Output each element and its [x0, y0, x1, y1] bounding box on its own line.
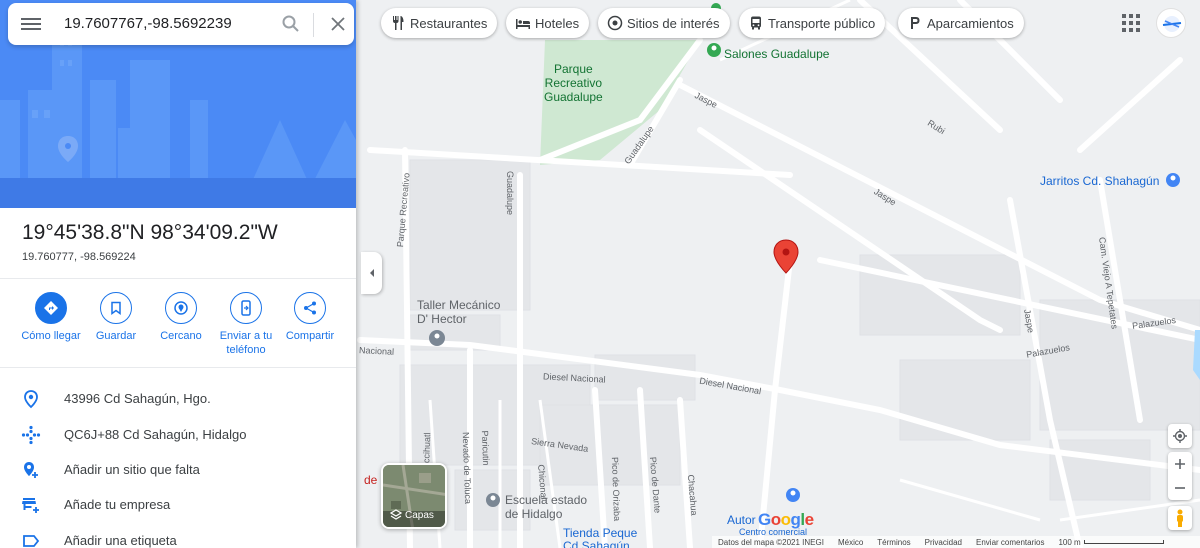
add-missing-place-text: Añadir un sitio que falta [64, 462, 200, 477]
hotel-icon [516, 19, 530, 29]
add-label-row[interactable]: Añadir una etiqueta [0, 523, 356, 548]
send-to-phone-icon [241, 300, 251, 316]
share-icon [304, 301, 316, 315]
plus-code-icon [21, 425, 41, 445]
chip-restaurants[interactable]: Restaurantes [381, 8, 498, 38]
poi-salones-label[interactable]: Salones Guadalupe [724, 47, 829, 61]
map-footer: Datos del mapa ©2021 INEGI México Términ… [712, 536, 1200, 548]
label-icon [23, 535, 40, 547]
address-row[interactable]: 43996 Cd Sahagún, Hgo. [0, 381, 356, 415]
plus-icon [1175, 459, 1185, 469]
poi-pin-taller [429, 330, 445, 346]
poi-pin-salones [707, 43, 721, 57]
menu-icon[interactable] [21, 15, 41, 33]
chip-label: Transporte público [768, 15, 876, 31]
divider [0, 367, 356, 368]
chip-label: Hoteles [535, 15, 580, 31]
poi-taller-label[interactable]: Taller Mecánico D' Hector [417, 298, 500, 326]
action-label: Cercano [160, 330, 202, 342]
collapse-panel-button[interactable] [361, 252, 382, 294]
my-location-icon [1173, 429, 1187, 443]
save-button[interactable]: Guardar [84, 292, 148, 343]
place-title: 19°45'38.8"N 98°34'09.2"W [22, 221, 278, 244]
map-data-attribution: Datos del mapa ©2021 INEGI [718, 537, 824, 547]
search-divider [313, 13, 314, 37]
add-label-text: Añadir una etiqueta [64, 533, 177, 548]
minus-icon [1175, 487, 1185, 489]
add-business-row[interactable]: Añade tu empresa [0, 487, 356, 521]
close-icon[interactable] [328, 14, 348, 34]
pegman-icon [1177, 509, 1183, 527]
my-location-button[interactable] [1168, 424, 1192, 448]
poi-autor-label[interactable]: Autor [727, 513, 756, 527]
park-label[interactable]: Parque Recreativo Guadalupe [544, 62, 603, 104]
bookmark-icon [111, 301, 121, 315]
poi-tienda-label[interactable]: Tienda Peque Cd Sahagún [563, 527, 637, 548]
plus-code-text: QC6J+88 Cd Sahagún, Hidalgo [64, 427, 247, 442]
zoom-controls [1168, 452, 1192, 500]
country-link[interactable]: México [838, 538, 863, 547]
scale-label[interactable]: 100 m [1058, 538, 1080, 547]
chip-hotels[interactable]: Hoteles [506, 8, 590, 38]
directions-button[interactable]: Cómo llegar [19, 292, 83, 343]
add-business-text: Añade tu empresa [64, 497, 171, 512]
action-label: Enviar a tu teléfono [219, 330, 273, 356]
poi-pin-jarritos [1166, 173, 1180, 187]
zoom-in-button[interactable] [1168, 452, 1192, 476]
zoom-out-button[interactable] [1168, 476, 1192, 500]
street-guadalupe-vert: Guadalupe [505, 170, 516, 216]
add-place-icon [24, 462, 38, 478]
action-buttons: Cómo llegar Guardar Cercano Enviar a tu … [0, 292, 356, 362]
chevron-left-icon [369, 269, 374, 277]
action-label: Cómo llegar [21, 330, 81, 342]
divider [0, 278, 356, 279]
search-input[interactable]: 19.7607767,-98.5692239 [64, 15, 232, 32]
side-panel: 19.7607767,-98.5692239 19°45'38.8"N 98°3… [0, 0, 356, 548]
nearby-icon [174, 301, 188, 315]
layers-button[interactable]: Capas [381, 463, 447, 529]
address-text: 43996 Cd Sahagún, Hgo. [64, 391, 211, 406]
scale-bar [1083, 540, 1164, 544]
chip-label: Sitios de interés [627, 15, 720, 31]
search-box: 19.7607767,-98.5692239 [8, 3, 354, 45]
action-label: Guardar [95, 330, 137, 342]
poi-pin-centro [786, 488, 800, 502]
search-icon[interactable] [281, 14, 301, 34]
place-decimal-coords: 19.760777, -98.569224 [22, 251, 136, 263]
chip-attractions[interactable]: Sitios de interés [598, 8, 730, 38]
transit-icon [751, 16, 761, 30]
privacy-link[interactable]: Privacidad [925, 538, 962, 547]
camera-icon [607, 15, 623, 31]
add-missing-place-row[interactable]: Añadir un sitio que falta [0, 452, 356, 486]
send-to-phone-button[interactable]: Enviar a tu teléfono [214, 292, 278, 357]
account-avatar[interactable] [1156, 8, 1186, 38]
chip-transit[interactable]: Transporte público [739, 8, 886, 38]
feedback-link[interactable]: Enviar comentarios [976, 538, 1044, 547]
restaurant-icon [393, 16, 404, 30]
add-business-icon [22, 498, 39, 513]
poi-jarritos-label[interactable]: Jarritos Cd. Shahagún [1040, 174, 1159, 188]
google-apps-button[interactable] [1122, 14, 1140, 32]
poi-de-label: de [364, 473, 378, 487]
layers-icon [390, 509, 402, 520]
street-view-button[interactable] [1168, 506, 1192, 530]
chip-parking[interactable]: Aparcamientos [898, 8, 1024, 38]
nearby-button[interactable]: Cercano [149, 292, 213, 343]
street-nacional: Nacional [358, 345, 395, 357]
location-pin-marker [773, 239, 799, 274]
plus-code-row[interactable]: QC6J+88 Cd Sahagún, Hidalgo [0, 417, 356, 451]
share-button[interactable]: Compartir [278, 292, 342, 343]
google-logo: Google [758, 510, 814, 529]
directions-icon [44, 301, 58, 315]
street-paricutin: Paricutin [479, 430, 492, 466]
location-pin-icon [24, 390, 38, 409]
terms-link[interactable]: Términos [877, 538, 910, 547]
parking-icon [911, 17, 920, 29]
chip-label: Aparcamientos [927, 15, 1014, 31]
layers-label: Capas [405, 510, 434, 521]
chip-label: Restaurantes [410, 15, 488, 31]
action-label: Compartir [285, 330, 335, 342]
poi-pin-escuela [486, 493, 500, 507]
